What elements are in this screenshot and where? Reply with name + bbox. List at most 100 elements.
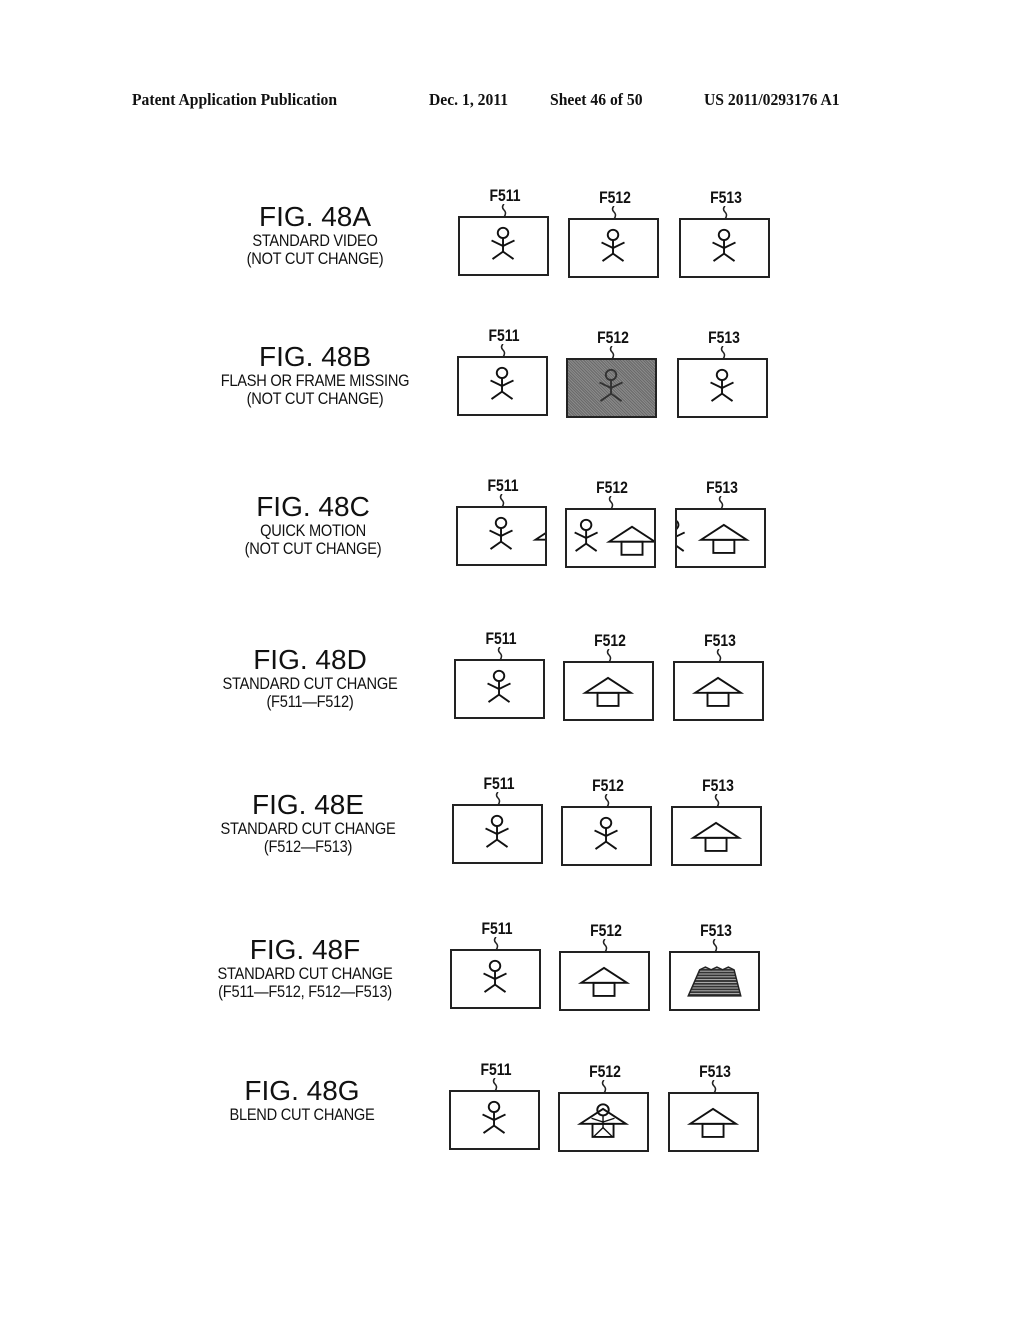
page-header: Patent Application Publication Dec. 1, 2…	[132, 90, 892, 114]
frame-image	[449, 1090, 540, 1150]
frame-id-label: F513	[708, 328, 740, 347]
frame-image	[563, 661, 654, 721]
frame-id-label: F512	[596, 478, 628, 497]
person-drawing-icon	[482, 1100, 506, 1134]
frame-image	[673, 661, 764, 721]
figure-fig48e: FIG. 48E STANDARD CUT CHANGE (F512—F513) F5…	[0, 774, 1024, 890]
figure-caption-line: STANDARD CUT CHANGE	[220, 819, 396, 838]
person-house-edge-drawing-icon	[489, 516, 545, 550]
figure-title: FIG. 48C	[256, 491, 370, 522]
frame-id-label: F511	[480, 1060, 512, 1079]
frame-id-label: F513	[700, 921, 732, 940]
person-drawing-icon	[487, 669, 511, 703]
frame-id-label: F512	[599, 188, 631, 207]
figure-label: FIG. 48D STANDARD CUT CHANGE (F511—F512)	[180, 645, 440, 711]
frame-image	[559, 951, 650, 1011]
figure-caption-line: (F511—F512, F512—F513)	[218, 982, 392, 1001]
frame-id-label: F512	[589, 1062, 621, 1081]
figure-fig48b: FIG. 48B FLASH OR FRAME MISSING (NOT CUT C…	[0, 326, 1024, 442]
figure-label: FIG. 48E STANDARD CUT CHANGE (F512—F513)	[178, 790, 438, 856]
frame-image	[566, 358, 657, 418]
frame-image	[565, 508, 656, 568]
frame-image	[458, 216, 549, 276]
person-dark-drawing-icon	[599, 368, 623, 402]
figure-fig48a: FIG. 48A STANDARD VIDEO (NOT CUT CHANGE) F5…	[0, 186, 1024, 302]
person-drawing-icon	[491, 226, 515, 260]
figure-title: FIG. 48G	[244, 1075, 360, 1106]
frame-id-label: F513	[706, 478, 738, 497]
frame-image	[668, 1092, 759, 1152]
frame-image	[671, 806, 762, 866]
figure-caption-line: QUICK MOTION	[260, 521, 366, 540]
frame-image	[450, 949, 541, 1009]
publication-type: Patent Application Publication	[132, 90, 338, 109]
frame-image	[456, 506, 547, 566]
house-drawing-icon	[691, 676, 745, 707]
person-house-drawing-icon	[574, 518, 654, 556]
frame-image	[454, 659, 545, 719]
sheet-number: Sheet 46 of 50	[550, 90, 643, 109]
frame-id-label: F511	[487, 476, 519, 495]
figure-label: FIG. 48G BLEND CUT CHANGE	[172, 1076, 432, 1124]
figure-fig48d: FIG. 48D STANDARD CUT CHANGE (F511—F512) F5…	[0, 629, 1024, 745]
frame-id-label: F512	[597, 328, 629, 347]
frame-id-label: F513	[702, 776, 734, 795]
person-edge-house-drawing-icon	[677, 520, 750, 554]
frame-image	[568, 218, 659, 278]
figure-title: FIG. 48B	[258, 341, 372, 372]
person-drawing-icon	[601, 228, 625, 262]
figure-title: FIG. 48D	[253, 644, 367, 675]
frame-id-label: F511	[488, 326, 520, 345]
figure-caption-line: (NOT CUT CHANGE)	[244, 539, 382, 558]
figure-caption-line: BLEND CUT CHANGE	[229, 1105, 375, 1124]
figure-fig48f: FIG. 48F STANDARD CUT CHANGE (F511—F512, F…	[0, 919, 1024, 1035]
house-drawing-icon	[689, 821, 743, 852]
frame-image	[558, 1092, 649, 1152]
person-drawing-icon	[710, 368, 734, 402]
frame-image	[677, 358, 768, 418]
person-drawing-icon	[594, 816, 618, 850]
person-drawing-icon	[490, 366, 514, 400]
house-drawing-icon	[581, 676, 635, 707]
person-drawing-icon	[712, 228, 736, 262]
person-drawing-icon	[483, 959, 507, 993]
frame-id-label: F512	[592, 776, 624, 795]
frame-id-label: F512	[590, 921, 622, 940]
figure-fig48c: FIG. 48C QUICK MOTION (NOT CUT CHANGE) F511…	[0, 476, 1024, 592]
figure-title: FIG. 48A	[258, 201, 372, 232]
house-drawing-icon	[577, 966, 631, 997]
blend-drawing-icon	[576, 1103, 630, 1138]
frame-image	[679, 218, 770, 278]
frame-image	[561, 806, 652, 866]
figure-caption-line: (NOT CUT CHANGE)	[246, 249, 384, 268]
figure-label: FIG. 48F STANDARD CUT CHANGE (F511—F512, F…	[175, 935, 435, 1001]
frame-image	[457, 356, 548, 416]
frame-id-label: F512	[594, 631, 626, 650]
frame-id-label: F513	[704, 631, 736, 650]
house-drawing-icon	[686, 1107, 740, 1138]
figure-title: FIG. 48F	[249, 934, 361, 965]
frame-id-label: F511	[489, 186, 521, 205]
frame-image	[452, 804, 543, 864]
patent-number: US 2011/0293176 A1	[704, 90, 840, 109]
figure-label: FIG. 48A STANDARD VIDEO (NOT CUT CHANGE)	[185, 202, 445, 268]
figure-caption-line: STANDARD VIDEO	[252, 231, 378, 250]
publication-date: Dec. 1, 2011	[429, 90, 509, 109]
figure-caption-line: STANDARD CUT CHANGE	[217, 964, 393, 983]
figure-label: FIG. 48B FLASH OR FRAME MISSING (NOT CUT C…	[185, 342, 445, 408]
figure-caption-line: (F512—F513)	[263, 837, 353, 856]
person-drawing-icon	[485, 814, 509, 848]
frame-id-label: F511	[485, 629, 517, 648]
frame-image	[675, 508, 766, 568]
figure-caption-line: (NOT CUT CHANGE)	[246, 389, 384, 408]
frame-id-label: F513	[710, 188, 742, 207]
figure-title: FIG. 48E	[251, 789, 365, 820]
figure-fig48g: FIG. 48G BLEND CUT CHANGE F511 F512 F513	[0, 1060, 1024, 1176]
figure-caption-line: (F511—F512)	[266, 692, 354, 711]
frame-image	[669, 951, 760, 1011]
figure-label: FIG. 48C QUICK MOTION (NOT CUT CHANGE)	[183, 492, 443, 558]
frame-id-label: F511	[483, 774, 515, 793]
figure-caption-line: STANDARD CUT CHANGE	[222, 674, 398, 693]
frame-id-label: F513	[699, 1062, 731, 1081]
frame-id-label: F511	[481, 919, 513, 938]
